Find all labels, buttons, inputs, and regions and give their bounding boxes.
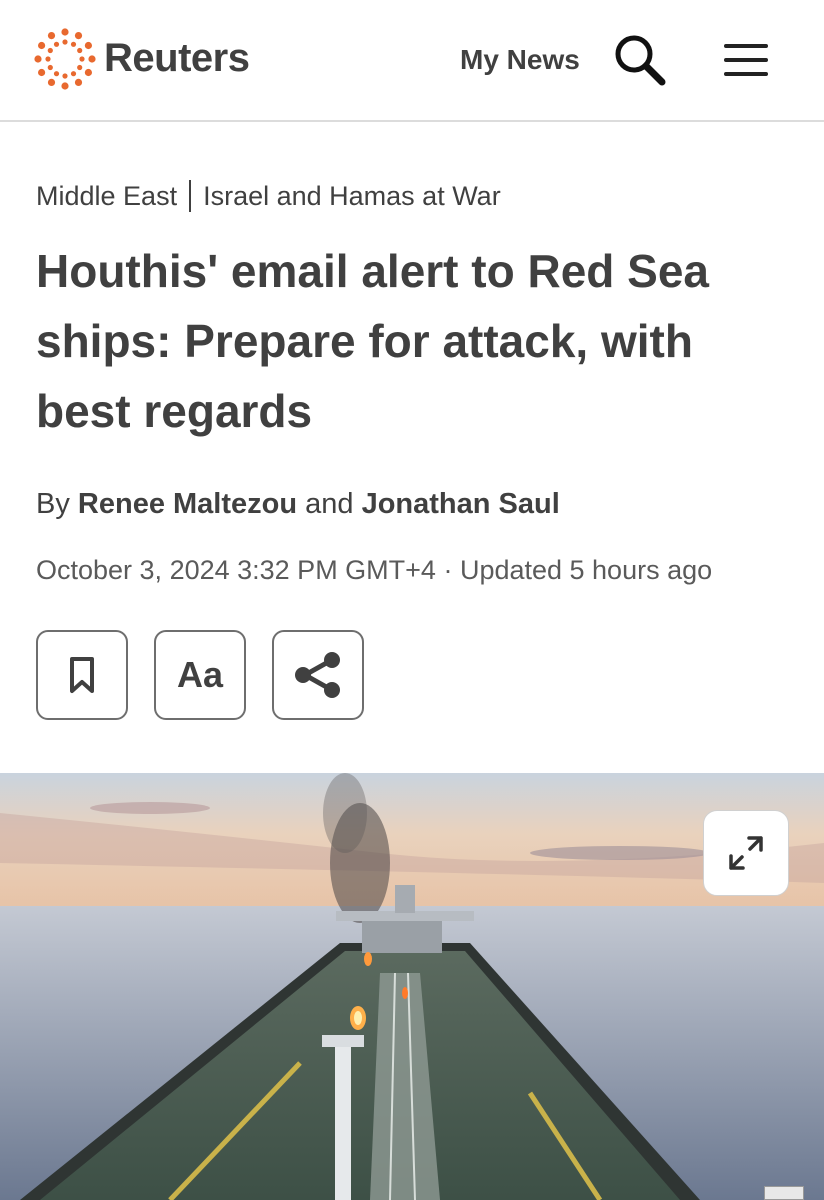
share-button[interactable] xyxy=(272,630,364,720)
hero-image[interactable] xyxy=(0,773,824,1200)
author-link-jonathan-saul[interactable]: Jonathan Saul xyxy=(362,488,560,520)
image-credit-badge xyxy=(764,1186,804,1200)
bookmark-button[interactable] xyxy=(36,630,128,720)
reuters-logo-icon[interactable] xyxy=(34,28,96,90)
font-size-label: Aa xyxy=(176,654,224,695)
bookmark-icon xyxy=(70,657,94,693)
share-icon xyxy=(295,652,340,698)
tanker-ship-photo xyxy=(0,773,824,1200)
hamburger-menu-icon[interactable] xyxy=(720,40,772,80)
site-header: Reuters My News xyxy=(0,0,824,122)
breadcrumb: Middle East Israel and Hamas at War xyxy=(36,176,501,216)
font-size-button[interactable]: Aa xyxy=(154,630,246,720)
byline: By Renee Maltezou and Jonathan Saul xyxy=(36,488,560,521)
expand-image-button[interactable] xyxy=(703,810,789,896)
article-headline: Houthis' email alert to Red Sea ships: P… xyxy=(36,245,709,437)
byline-joiner: and xyxy=(305,488,354,520)
dateline: October 3, 2024 3:32 PM GMT+4 · Updated … xyxy=(36,555,713,585)
byline-prefix: By xyxy=(36,488,70,520)
breadcrumb-middle-east[interactable]: Middle East xyxy=(36,181,177,212)
author-link-renee-maltezou[interactable]: Renee Maltezou xyxy=(78,488,297,520)
search-icon[interactable] xyxy=(612,32,668,88)
breadcrumb-israel-hamas[interactable]: Israel and Hamas at War xyxy=(203,181,501,212)
breadcrumb-divider xyxy=(189,180,192,212)
my-news-link[interactable]: My News xyxy=(460,44,580,76)
brand-wordmark[interactable]: Reuters xyxy=(104,36,250,81)
expand-icon xyxy=(729,836,763,870)
